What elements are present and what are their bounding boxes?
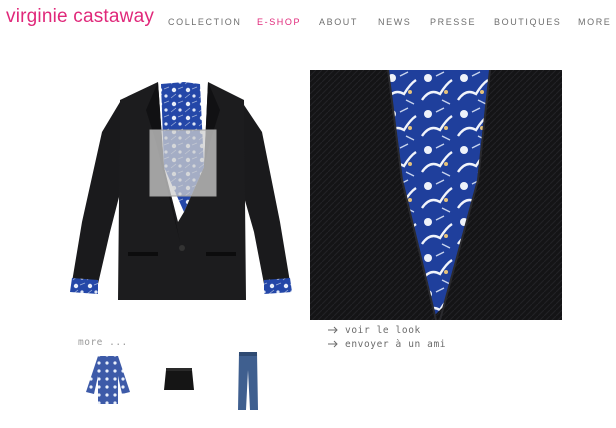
product-zoom-view (310, 70, 562, 320)
main-nav: COLLECTION E-SHOP ABOUT NEWS PRESSE BOUT… (0, 17, 616, 31)
nav-e-shop[interactable]: E-SHOP (257, 17, 301, 27)
nav-news[interactable]: NEWS (378, 17, 411, 27)
send-to-friend-link[interactable]: envoyer à un ami (328, 337, 446, 351)
more-products-link[interactable]: more ... (78, 337, 128, 348)
arrow-right-icon (328, 340, 338, 348)
product-main-image[interactable] (58, 72, 304, 322)
send-to-friend-label: envoyer à un ami (345, 338, 447, 350)
nav-boutiques[interactable]: BOUTIQUES (494, 17, 561, 27)
product-actions: voir le look envoyer à un ami (328, 323, 446, 351)
arrow-right-icon (328, 326, 338, 334)
related-thumb-jeans[interactable] (236, 350, 260, 412)
related-thumb-floral-blouse[interactable] (80, 352, 136, 408)
nav-more[interactable]: MORE (578, 17, 611, 27)
nav-about[interactable]: ABOUT (319, 17, 358, 27)
view-look-label: voir le look (345, 324, 421, 336)
view-look-link[interactable]: voir le look (328, 323, 446, 337)
nav-collection[interactable]: COLLECTION (168, 17, 242, 27)
related-thumb-black-skirt[interactable] (162, 364, 196, 394)
nav-presse[interactable]: PRESSE (430, 17, 476, 27)
